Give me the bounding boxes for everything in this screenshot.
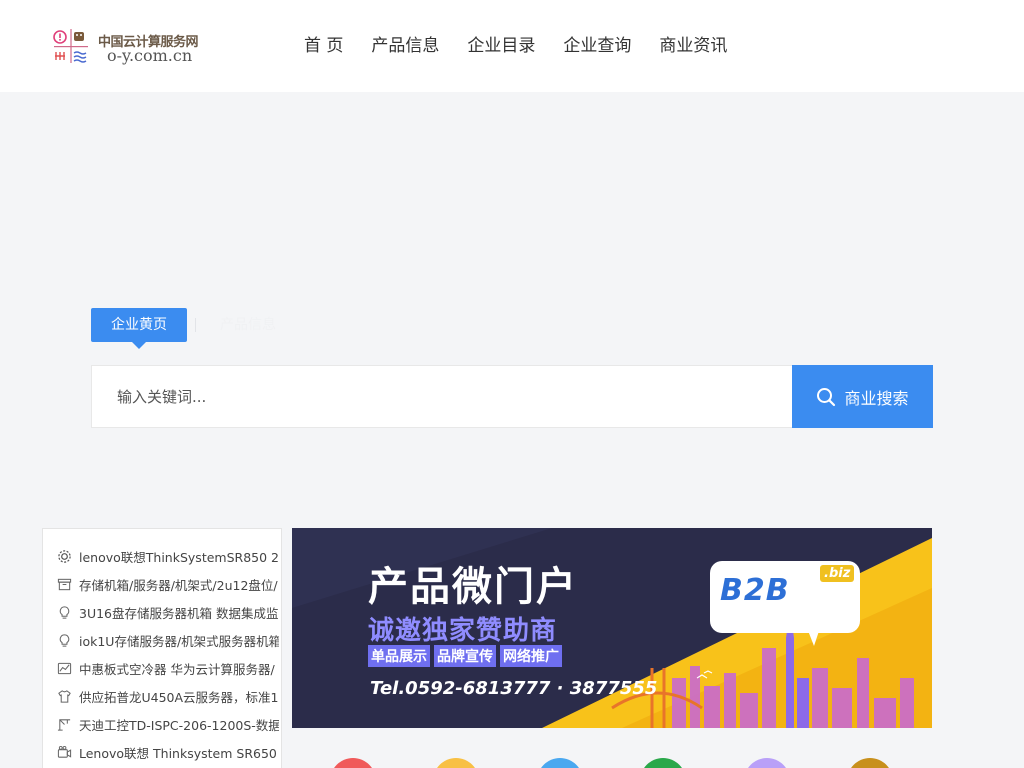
tab-divider xyxy=(195,318,196,332)
list-item[interactable]: Lenovo联想 Thinksystem SR650 2U xyxy=(43,738,281,766)
list-item[interactable]: iok1U存储服务器/机架式服务器机箱 xyxy=(43,626,281,654)
list-item[interactable]: 供应拓普龙U450A云服务器，标准1U xyxy=(43,682,281,710)
search-input[interactable] xyxy=(91,365,792,428)
logo-mark-icon xyxy=(53,29,88,63)
banner-title: 产品微门户 xyxy=(368,564,578,610)
shirt-icon xyxy=(56,688,72,704)
category-circle-icon[interactable] xyxy=(847,758,893,768)
crane-icon xyxy=(56,716,72,732)
banner-tag: 网络推广 xyxy=(500,645,562,667)
list-item-label: 存储机箱/服务器/机架式/2u12盘位/ xyxy=(79,577,278,593)
b2b-badge-suffix: .biz xyxy=(820,565,855,582)
nav-home[interactable]: 首 页 xyxy=(290,0,357,92)
list-item[interactable]: 存储机箱/服务器/机架式/2u12盘位/ xyxy=(43,570,281,598)
nav-business-news[interactable]: 商业资讯 xyxy=(645,0,741,92)
camera-icon xyxy=(56,744,72,760)
search-button-label: 商业搜索 xyxy=(844,388,909,408)
banner-phone: Tel.0592-6813777 · 3877555 xyxy=(370,678,658,699)
category-circle-icon[interactable] xyxy=(640,758,686,768)
site-logo[interactable]: 中国云计算服务网 o-y.com.cn xyxy=(50,26,210,68)
list-item[interactable]: lenovo联想ThinkSystemSR850 2U xyxy=(43,542,281,570)
list-item-label: 供应拓普龙U450A云服务器，标准1U xyxy=(79,689,279,705)
box-icon xyxy=(56,576,72,592)
search-icon xyxy=(817,387,836,406)
nav-products[interactable]: 产品信息 xyxy=(357,0,453,92)
product-list-panel: lenovo联想ThinkSystemSR850 2U 存储机箱/服务器/机架式… xyxy=(42,528,282,768)
category-circle-icon[interactable] xyxy=(744,758,790,768)
promo-banner[interactable]: 产品微门户 诚邀独家赞助商 单品展示 品牌宣传 网络推广 Tel.0592-68… xyxy=(292,528,932,728)
list-item-label: Lenovo联想 Thinksystem SR650 2U xyxy=(79,745,279,761)
category-circles xyxy=(292,728,932,768)
list-item-label: 天迪工控TD-ISPC-206-1200S-数据 xyxy=(79,717,279,733)
banner-tag: 品牌宣传 xyxy=(434,645,496,667)
chart-icon xyxy=(56,660,72,676)
category-circle-icon[interactable] xyxy=(433,758,479,768)
gear-icon xyxy=(56,548,72,564)
b2b-badge: B2B .biz xyxy=(710,561,860,633)
b2b-badge-text: B2B xyxy=(720,573,790,608)
header: 中国云计算服务网 o-y.com.cn 首 页 产品信息 企业目录 企业查询 商… xyxy=(0,0,1024,92)
logo-domain: o-y.com.cn xyxy=(107,46,193,65)
search-tabs: 企业黄页 产品信息 xyxy=(91,308,296,349)
list-item[interactable]: 中惠板式空冷器 华为云计算服务器/ xyxy=(43,654,281,682)
tab-product-info[interactable]: 产品信息 xyxy=(200,308,296,342)
banner-tag: 单品展示 xyxy=(368,645,430,667)
list-item-label: iok1U存储服务器/机架式服务器机箱 xyxy=(79,633,279,649)
search-box: 商业搜索 xyxy=(91,365,933,428)
banner-tags: 单品展示 品牌宣传 网络推广 xyxy=(368,645,566,667)
search-button[interactable]: 商业搜索 xyxy=(792,365,933,428)
category-circle-icon[interactable] xyxy=(537,758,583,768)
tab-company-yellow-pages[interactable]: 企业黄页 xyxy=(91,308,187,349)
main-nav: 首 页 产品信息 企业目录 企业查询 商业资讯 xyxy=(290,0,741,92)
banner-subtitle: 诚邀独家赞助商 xyxy=(368,616,558,646)
lightbulb-icon xyxy=(56,632,72,648)
list-item[interactable]: 3U16盘存储服务器机箱 数据集成监控 xyxy=(43,598,281,626)
list-item-label: 中惠板式空冷器 华为云计算服务器/ xyxy=(79,661,275,677)
lightbulb-icon xyxy=(56,604,72,620)
list-item-label: lenovo联想ThinkSystemSR850 2U xyxy=(79,549,279,565)
product-list: lenovo联想ThinkSystemSR850 2U 存储机箱/服务器/机架式… xyxy=(43,529,281,766)
category-circle-icon[interactable] xyxy=(330,758,376,768)
list-item-label: 3U16盘存储服务器机箱 数据集成监控 xyxy=(79,605,279,621)
nav-company-search[interactable]: 企业查询 xyxy=(549,0,645,92)
nav-company-directory[interactable]: 企业目录 xyxy=(453,0,549,92)
list-item[interactable]: 天迪工控TD-ISPC-206-1200S-数据 xyxy=(43,710,281,738)
